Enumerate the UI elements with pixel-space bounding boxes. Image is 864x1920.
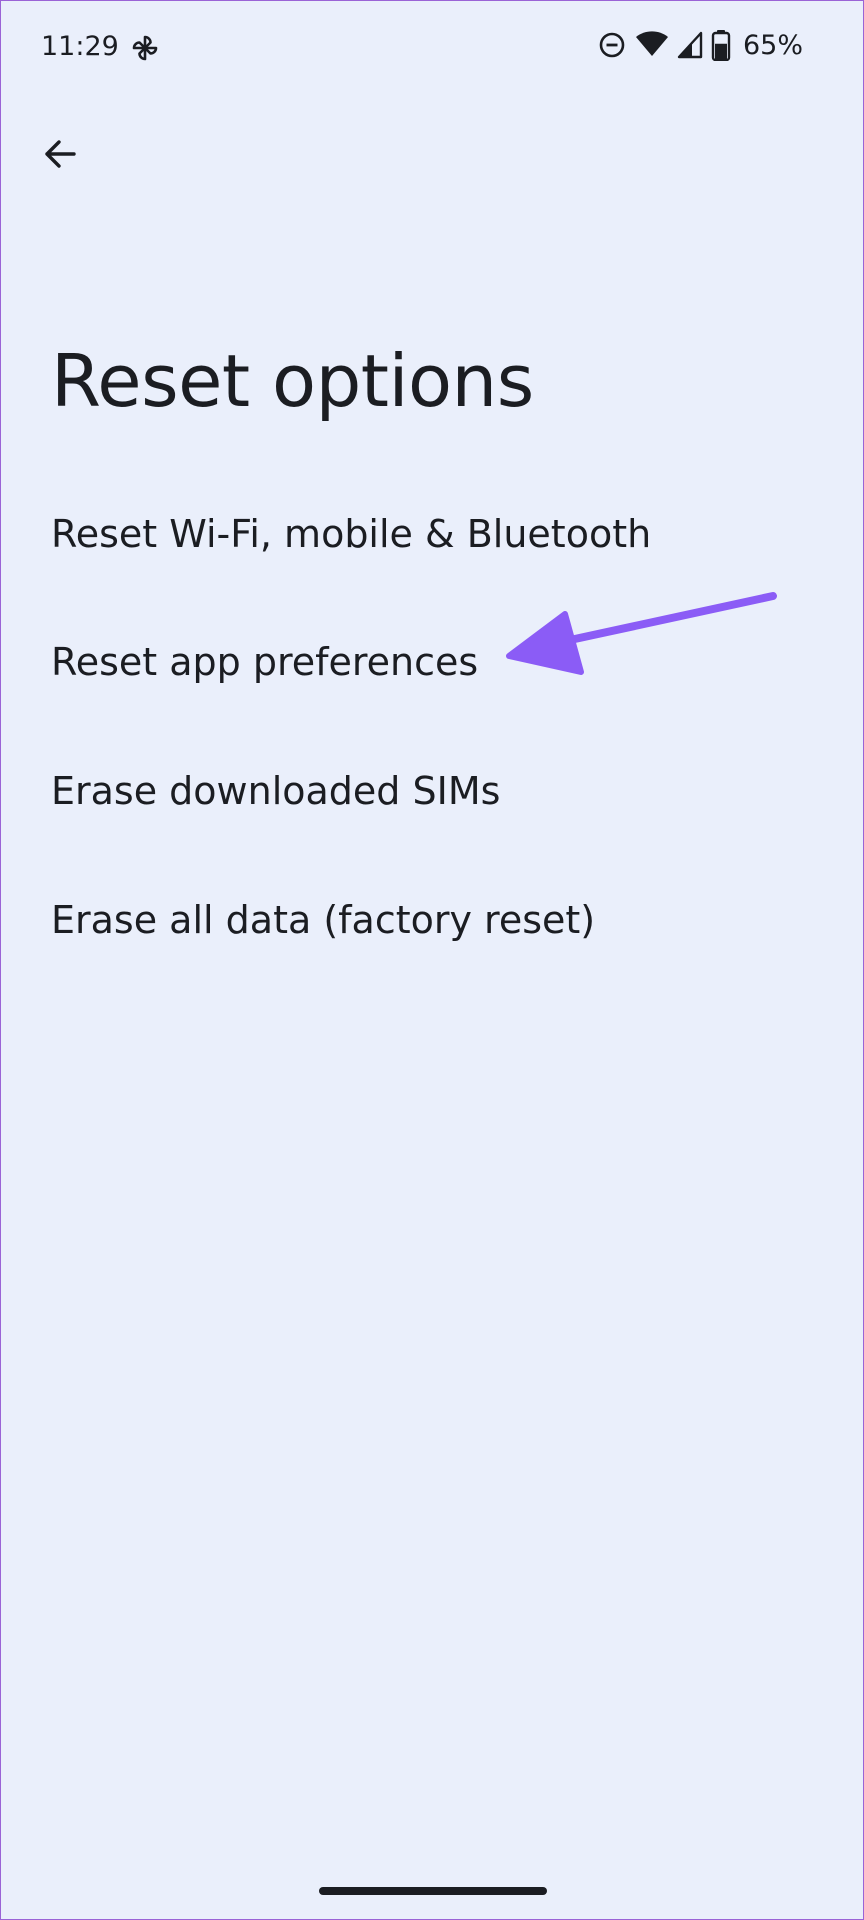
option-erase-downloaded-sims[interactable]: Erase downloaded SIMs [1,727,863,855]
arrow-annotation-icon [506,592,777,675]
back-button[interactable] [31,125,89,183]
phone-screen: 11:29 65% Reset options Reset Wi-Fi, mob… [0,0,864,1920]
option-label: Reset app preferences [51,640,479,684]
status-time: 11:29 [41,31,119,62]
battery-icon [711,30,731,61]
do-not-disturb-icon [599,32,625,58]
arrow-left-icon [45,140,76,168]
cellular-signal-icon [677,31,703,59]
option-label: Erase downloaded SIMs [51,769,501,813]
option-label: Reset Wi-Fi, mobile & Bluetooth [51,512,652,556]
option-reset-wifi-mobile-bluetooth[interactable]: Reset Wi-Fi, mobile & Bluetooth [1,470,863,598]
pinwheel-icon [132,35,158,61]
option-label: Erase all data (factory reset) [51,898,596,942]
status-icons: 65% [597,29,803,61]
page-title: Reset options [51,339,534,423]
gesture-navigation-bar[interactable] [319,1887,547,1895]
option-erase-all-data[interactable]: Erase all data (factory reset) [1,856,863,984]
battery-percent: 65% [742,29,803,61]
wifi-icon [635,31,668,56]
